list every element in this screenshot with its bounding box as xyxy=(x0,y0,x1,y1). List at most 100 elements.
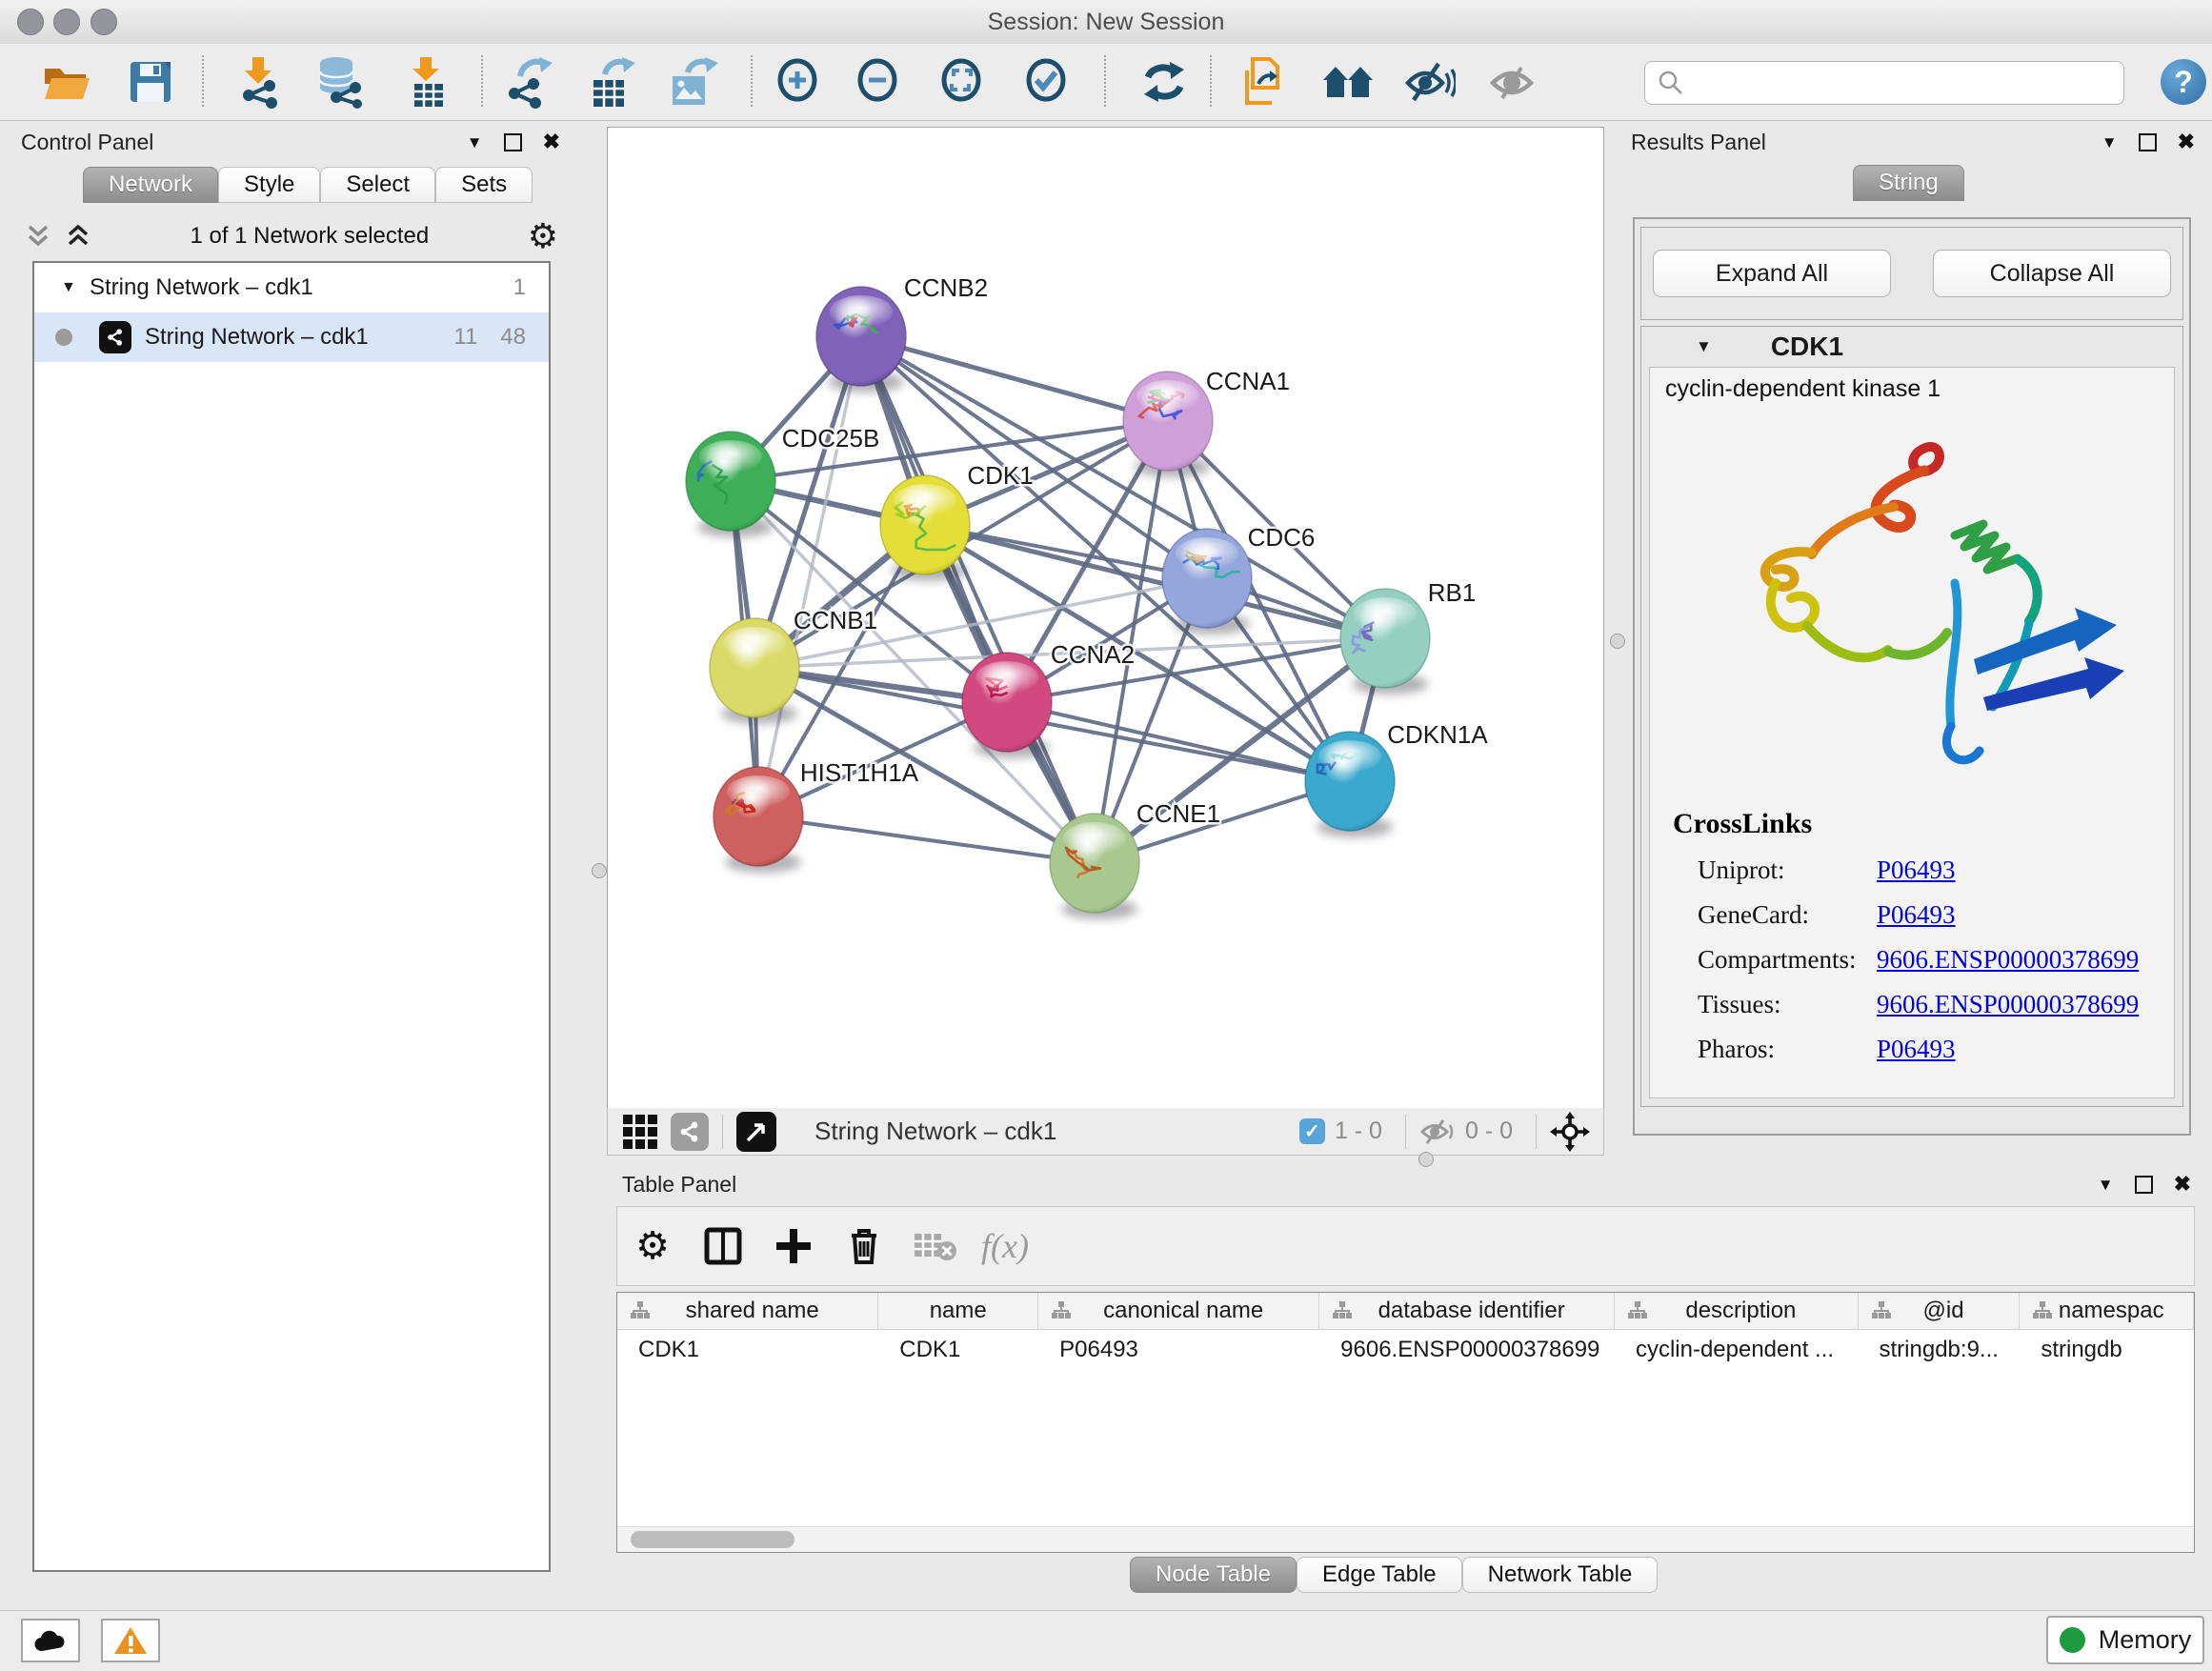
panel-float-icon[interactable] xyxy=(504,133,522,151)
node-result-header[interactable]: ▼ CDK1 xyxy=(1641,327,2182,367)
network-node-ccna2[interactable]: CCNA2 xyxy=(962,640,1135,758)
network-share-icon[interactable] xyxy=(671,1113,709,1151)
network-node-cdc25b[interactable]: CDC25B xyxy=(686,424,879,537)
panel-close-icon[interactable]: ✖ xyxy=(2174,1174,2191,1195)
export-network-button[interactable] xyxy=(504,55,557,109)
column-header-description[interactable]: description xyxy=(1615,1293,1859,1329)
save-session-button[interactable] xyxy=(124,55,177,109)
table-cell[interactable]: stringdb:9... xyxy=(1859,1330,2021,1370)
delete-column-icon[interactable] xyxy=(829,1226,899,1266)
left-splitter-handle[interactable] xyxy=(592,863,607,878)
export-table-button[interactable] xyxy=(585,55,638,109)
right-splitter-handle[interactable] xyxy=(1610,634,1625,649)
birdseye-view-icon[interactable] xyxy=(736,1112,776,1152)
tab-network[interactable]: Network xyxy=(83,167,218,203)
network-row[interactable]: String Network – cdk1 11 48 xyxy=(34,312,549,362)
network-graph[interactable]: CCNB2CCNA1CDC25BCDK1CDC6RB1CCNB1CCNA2CDK… xyxy=(608,128,1603,1109)
apply-layout-button[interactable] xyxy=(1137,55,1191,109)
hidden-eye-icon xyxy=(1419,1117,1456,1146)
zoom-fit-button[interactable] xyxy=(935,55,989,109)
zoom-out-button[interactable] xyxy=(852,55,905,109)
zoom-in-button[interactable] xyxy=(772,55,825,109)
network-collection-row[interactable]: ▼ String Network – cdk1 1 xyxy=(34,263,549,312)
table-cell[interactable]: 9606.ENSP00000378699 xyxy=(1319,1330,1615,1370)
panel-close-icon[interactable]: ✖ xyxy=(2178,131,2195,152)
table-cell[interactable]: CDK1 xyxy=(617,1330,878,1370)
crosslink-row: Compartments: 9606.ENSP00000378699 xyxy=(1673,945,2164,975)
import-network-file-button[interactable] xyxy=(231,55,285,109)
selected-indicator-checkbox[interactable]: ✓ xyxy=(1299,1118,1325,1144)
string-home-button[interactable] xyxy=(1321,55,1375,109)
help-button[interactable]: ? xyxy=(2161,59,2206,105)
tree-expand-icon[interactable]: ▼ xyxy=(61,279,90,296)
network-canvas[interactable]: CCNB2CCNA1CDC25BCDK1CDC6RB1CCNB1CCNA2CDK… xyxy=(607,127,1604,1110)
horizontal-scrollbar[interactable] xyxy=(617,1526,2194,1552)
network-options-gear-icon[interactable]: ⚙ xyxy=(528,219,558,253)
column-header-name[interactable]: name xyxy=(878,1293,1038,1329)
horizontal-splitter-handle[interactable] xyxy=(1418,1152,1434,1167)
panel-menu-icon[interactable]: ▼ xyxy=(2098,1177,2114,1193)
network-edge[interactable] xyxy=(758,816,1095,863)
network-node-hist1h1a[interactable]: HIST1H1A xyxy=(714,758,919,873)
zoom-selected-button[interactable] xyxy=(1020,55,1074,109)
create-column-icon[interactable] xyxy=(758,1227,829,1265)
show-columns-icon[interactable] xyxy=(688,1226,758,1266)
table-cell[interactable]: stringdb xyxy=(2020,1330,2194,1370)
crosslink-link[interactable]: 9606.ENSP00000378699 xyxy=(1877,990,2139,1019)
expand-all-button[interactable]: Expand All xyxy=(1653,250,1891,297)
import-table-file-button[interactable] xyxy=(399,55,452,109)
crosslink-link[interactable]: 9606.ENSP00000378699 xyxy=(1877,945,2139,975)
collapse-all-icon[interactable] xyxy=(25,224,51,249)
tab-network-table[interactable]: Network Table xyxy=(1462,1557,1659,1593)
table-cell[interactable]: CDK1 xyxy=(878,1330,1038,1370)
crosslink-link[interactable]: P06493 xyxy=(1877,1035,1956,1064)
search-input[interactable] xyxy=(1693,69,2123,97)
network-node-cdk1[interactable]: CDK1 xyxy=(880,461,1034,581)
tab-edge-table[interactable]: Edge Table xyxy=(1297,1557,1462,1593)
column-header-namespac[interactable]: namespac xyxy=(2020,1293,2194,1329)
column-header-shared-name[interactable]: shared name xyxy=(617,1293,878,1329)
column-header--id[interactable]: @id xyxy=(1859,1293,2021,1329)
show-graphics-details-button[interactable] xyxy=(1403,55,1457,109)
network-edge[interactable] xyxy=(758,336,861,816)
scrollbar-thumb[interactable] xyxy=(631,1531,794,1548)
open-session-button[interactable] xyxy=(40,55,93,109)
network-node-cdkn1a[interactable]: CDKN1A xyxy=(1305,720,1488,837)
grid-view-icon[interactable] xyxy=(621,1113,659,1151)
hide-graphics-details-button[interactable] xyxy=(1488,55,1541,109)
tab-string[interactable]: String xyxy=(1853,165,1964,201)
crosslink-link[interactable]: P06493 xyxy=(1877,856,1956,885)
panel-float-icon[interactable] xyxy=(2139,133,2157,151)
crosslink-label: GeneCard: xyxy=(1698,900,1877,930)
export-image-button[interactable] xyxy=(666,55,719,109)
panel-float-icon[interactable] xyxy=(2135,1176,2153,1194)
column-header-canonical-name[interactable]: canonical name xyxy=(1038,1293,1319,1329)
crosslink-link[interactable]: P06493 xyxy=(1877,900,1956,930)
memory-button[interactable]: Memory xyxy=(2046,1616,2204,1664)
panel-close-icon[interactable]: ✖ xyxy=(543,131,560,152)
tab-node-table[interactable]: Node Table xyxy=(1130,1557,1297,1593)
warnings-button[interactable] xyxy=(101,1619,160,1662)
table-cell[interactable]: cyclin-dependent ... xyxy=(1615,1330,1859,1370)
panel-menu-icon[interactable]: ▼ xyxy=(2101,134,2118,151)
network-node-rb1[interactable]: RB1 xyxy=(1340,578,1476,695)
tab-style[interactable]: Style xyxy=(218,167,320,203)
import-network-database-button[interactable] xyxy=(313,55,367,109)
tab-select[interactable]: Select xyxy=(320,167,435,203)
tab-sets[interactable]: Sets xyxy=(435,167,533,203)
table-row[interactable]: CDK1CDK1P064939606.ENSP00000378699cyclin… xyxy=(617,1330,2194,1370)
column-header-database-identifier[interactable]: database identifier xyxy=(1319,1293,1615,1329)
table-options-gear-icon[interactable]: ⚙ xyxy=(617,1224,688,1268)
column-label: database identifier xyxy=(1378,1298,1565,1324)
network-node-ccnb1[interactable]: CCNB1 xyxy=(710,606,877,724)
network-row-label: String Network – cdk1 xyxy=(145,324,369,351)
new-network-from-selection-button[interactable] xyxy=(1238,55,1292,109)
cloud-button[interactable] xyxy=(21,1619,80,1662)
panel-menu-icon[interactable]: ▼ xyxy=(467,134,483,151)
table-cell[interactable]: P06493 xyxy=(1038,1330,1319,1370)
network-edge[interactable] xyxy=(1007,702,1350,781)
section-collapse-icon[interactable]: ▼ xyxy=(1696,337,1712,356)
collapse-all-button[interactable]: Collapse All xyxy=(1933,250,2171,297)
expand-all-icon[interactable] xyxy=(65,224,91,249)
pan-crosshair-icon[interactable] xyxy=(1550,1112,1590,1152)
